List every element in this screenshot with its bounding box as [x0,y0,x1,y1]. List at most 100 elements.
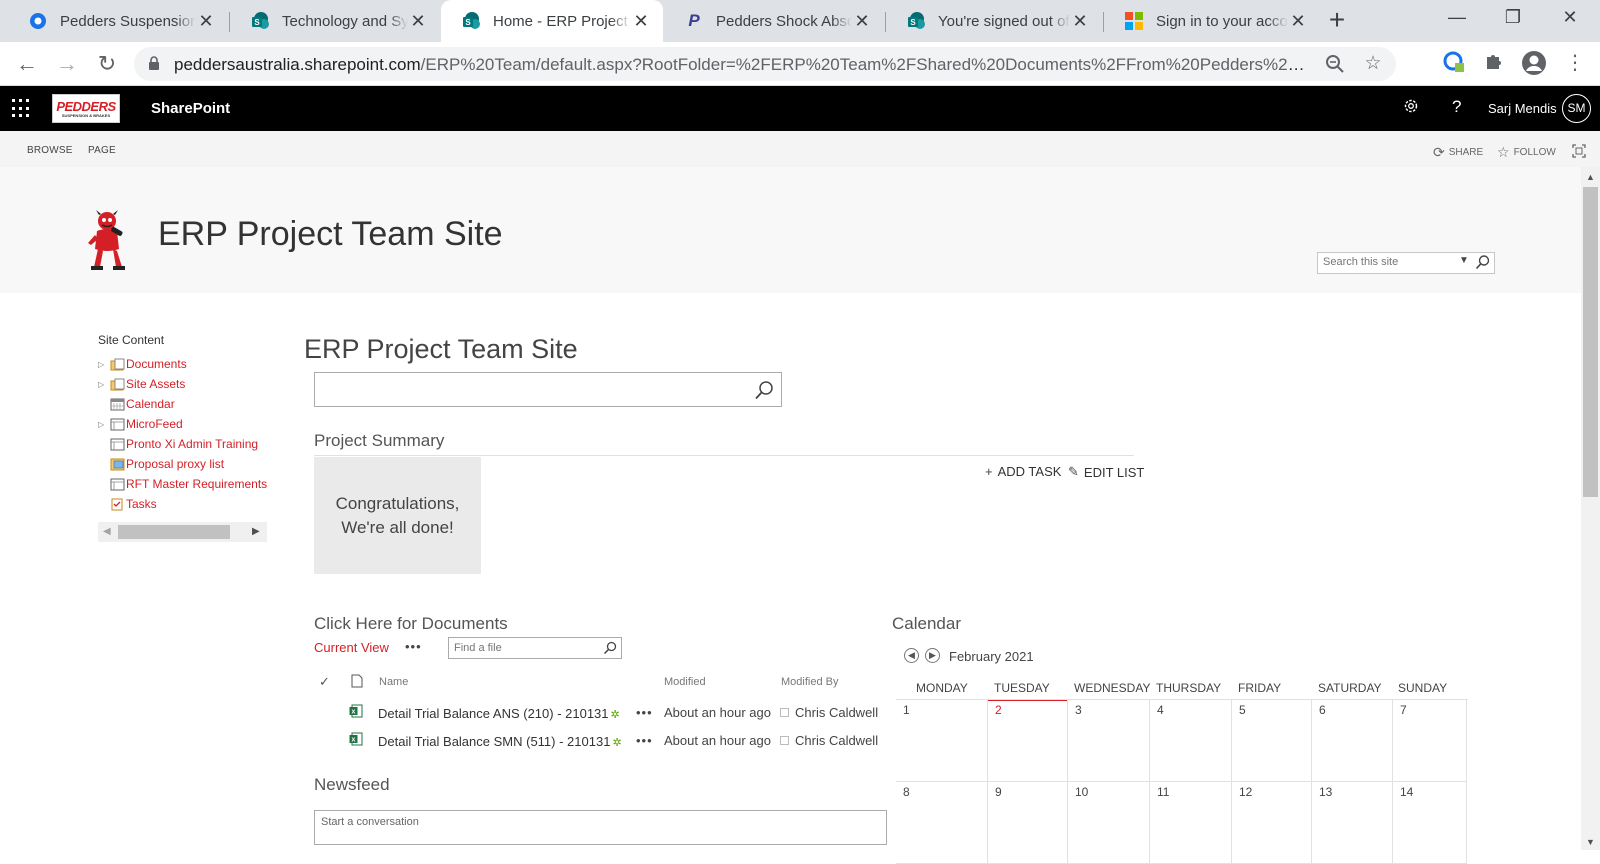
main-search-box[interactable] [314,372,782,407]
expand-icon[interactable]: ▷ [98,380,110,389]
ql-item-calendar[interactable]: Calendar [98,394,268,414]
close-icon[interactable]: ✕ [852,11,872,32]
document-name-link[interactable]: Detail Trial Balance ANS (210) - 210131 ✲ [378,706,620,721]
close-icon[interactable]: ✕ [1288,11,1308,32]
scroll-right-icon[interactable]: ▶ [252,526,260,537]
sharepoint-app-title[interactable]: SharePoint [151,100,230,117]
modified-by-link[interactable]: Chris Caldwell [795,705,878,720]
ql-item-site-assets[interactable]: ▷ Site Assets [98,374,268,394]
browser-tab-erp-home[interactable]: S Home - ERP Project Team ✕ [441,0,663,42]
document-name-link[interactable]: Detail Trial Balance SMN (511) - 210131 ✲ [378,734,622,749]
close-icon[interactable]: ✕ [408,11,428,32]
calendar-cell[interactable]: 14 [1393,782,1467,864]
presence-checkbox[interactable] [780,736,789,745]
minimize-icon[interactable]: — [1429,0,1485,36]
calendar-cell[interactable]: 7 [1393,700,1467,782]
start-conversation-input[interactable]: Start a conversation [314,810,887,845]
site-search-input[interactable] [1323,256,1453,268]
search-icon[interactable] [603,641,617,655]
site-title[interactable]: ERP Project Team Site [158,215,503,254]
new-tab-icon[interactable]: + [1322,6,1352,36]
calendar-cell[interactable]: 5 [1232,700,1312,782]
quick-launch-scrollbar[interactable]: ◀ ▶ [98,522,267,542]
calendar-cell[interactable]: 9 [988,782,1068,864]
tab-browse[interactable]: BROWSE [27,145,73,156]
forward-icon[interactable]: → [53,50,81,78]
profile-icon[interactable] [1521,50,1547,76]
ql-item-pronto-training[interactable]: Pronto Xi Admin Training [98,434,268,454]
select-all-checkmark-icon[interactable]: ✓ [319,674,330,690]
address-bar[interactable]: peddersaustralia.sharepoint.com/ERP%20Te… [134,47,1396,81]
user-avatar[interactable]: SM [1562,94,1591,123]
user-name[interactable]: Sarj Mendis [1488,101,1557,116]
calendar-cell[interactable]: 12 [1232,782,1312,864]
close-icon[interactable]: ✕ [631,11,651,32]
calendar-title[interactable]: Calendar [892,614,961,634]
ql-item-documents[interactable]: ▷ Documents [98,354,268,374]
project-summary-title[interactable]: Project Summary [314,431,444,451]
site-search-box[interactable]: ▼ [1317,252,1495,274]
calendar-cell-today[interactable]: 2 [988,700,1068,782]
tab-page[interactable]: PAGE [88,145,116,156]
calendar-cell[interactable]: 4 [1150,700,1232,782]
column-name[interactable]: Name [379,676,408,688]
pedders-mascot-logo[interactable] [85,209,131,271]
close-icon[interactable]: ✕ [1070,11,1090,32]
scroll-down-icon[interactable]: ▼ [1586,837,1595,847]
page-scrollbar[interactable]: ▲ ▼ [1581,167,1600,850]
browser-tab-sign-in[interactable]: Sign in to your account ✕ [1104,0,1320,42]
chevron-down-icon[interactable]: ▼ [1459,255,1469,266]
modified-by-link[interactable]: Chris Caldwell [795,733,878,748]
site-content-heading[interactable]: Site Content [98,333,268,347]
newsfeed-title[interactable]: Newsfeed [314,775,390,795]
share-button[interactable]: ⟳ SHARE [1433,144,1483,161]
calendar-cell[interactable]: 11 [1150,782,1232,864]
ql-item-tasks[interactable]: Tasks [98,494,268,514]
scrollbar-thumb[interactable] [1583,187,1598,497]
more-options-icon[interactable]: ••• [636,705,653,720]
calendar-cell[interactable]: 1 [896,700,988,782]
more-options-icon[interactable]: ••• [405,639,422,654]
search-icon[interactable] [1475,254,1491,270]
edit-list-button[interactable]: ✎ EDIT LIST [1068,464,1144,480]
expand-icon[interactable]: ▷ [98,420,110,429]
ql-item-proposal-proxy[interactable]: Proposal proxy list [98,454,268,474]
browser-tab-pedders-suspension[interactable]: Pedders Suspension ✕ [8,0,228,42]
current-view-link[interactable]: Current View [314,640,389,655]
add-task-button[interactable]: + ADD TASK [985,464,1061,479]
pedders-logo[interactable]: PEDDERS SUSPENSION & BRAKES [52,94,120,123]
documents-title[interactable]: Click Here for Documents [314,614,508,634]
column-modified-by[interactable]: Modified By [781,676,838,688]
more-options-icon[interactable]: ••• [636,733,653,748]
browser-tab-pedders-shock[interactable]: P Pedders Shock Absorbers ✕ [664,0,884,42]
table-row[interactable]: x Detail Trial Balance ANS (210) - 21013… [314,703,894,731]
calendar-cell[interactable]: 8 [896,782,988,864]
expand-icon[interactable]: ▷ [98,360,110,369]
extension-icon[interactable] [1441,50,1467,76]
window-close-icon[interactable]: ✕ [1542,0,1598,36]
next-month-icon[interactable]: ▶ [925,648,940,663]
find-file-input[interactable] [454,642,594,654]
puzzle-extensions-icon[interactable] [1481,50,1507,76]
bookmark-star-icon[interactable]: ☆ [1362,54,1384,76]
scroll-up-icon[interactable]: ▲ [1586,172,1595,182]
app-launcher-icon[interactable] [12,99,31,118]
ql-item-microfeed[interactable]: ▷ MicroFeed [98,414,268,434]
browser-menu-icon[interactable]: ⋮ [1562,50,1588,76]
settings-gear-icon[interactable] [1402,97,1420,120]
focus-content-icon[interactable] [1572,144,1586,158]
table-row[interactable]: x Detail Trial Balance SMN (511) - 21013… [314,731,894,759]
calendar-cell[interactable]: 3 [1068,700,1150,782]
scroll-left-icon[interactable]: ◀ [103,526,111,537]
close-icon[interactable]: ✕ [196,11,216,32]
calendar-cell[interactable]: 13 [1312,782,1393,864]
scrollbar-thumb[interactable] [118,525,230,539]
ql-item-rft-requirements[interactable]: RFT Master Requirements [98,474,268,494]
back-icon[interactable]: ← [13,50,41,78]
calendar-cell[interactable]: 10 [1068,782,1150,864]
find-file-box[interactable] [448,637,622,659]
reload-icon[interactable]: ↻ [93,50,121,78]
calendar-cell[interactable]: 6 [1312,700,1393,782]
browser-tab-signed-out[interactable]: S You're signed out of ✕ [886,0,1102,42]
follow-button[interactable]: ☆ FOLLOW [1497,144,1556,161]
